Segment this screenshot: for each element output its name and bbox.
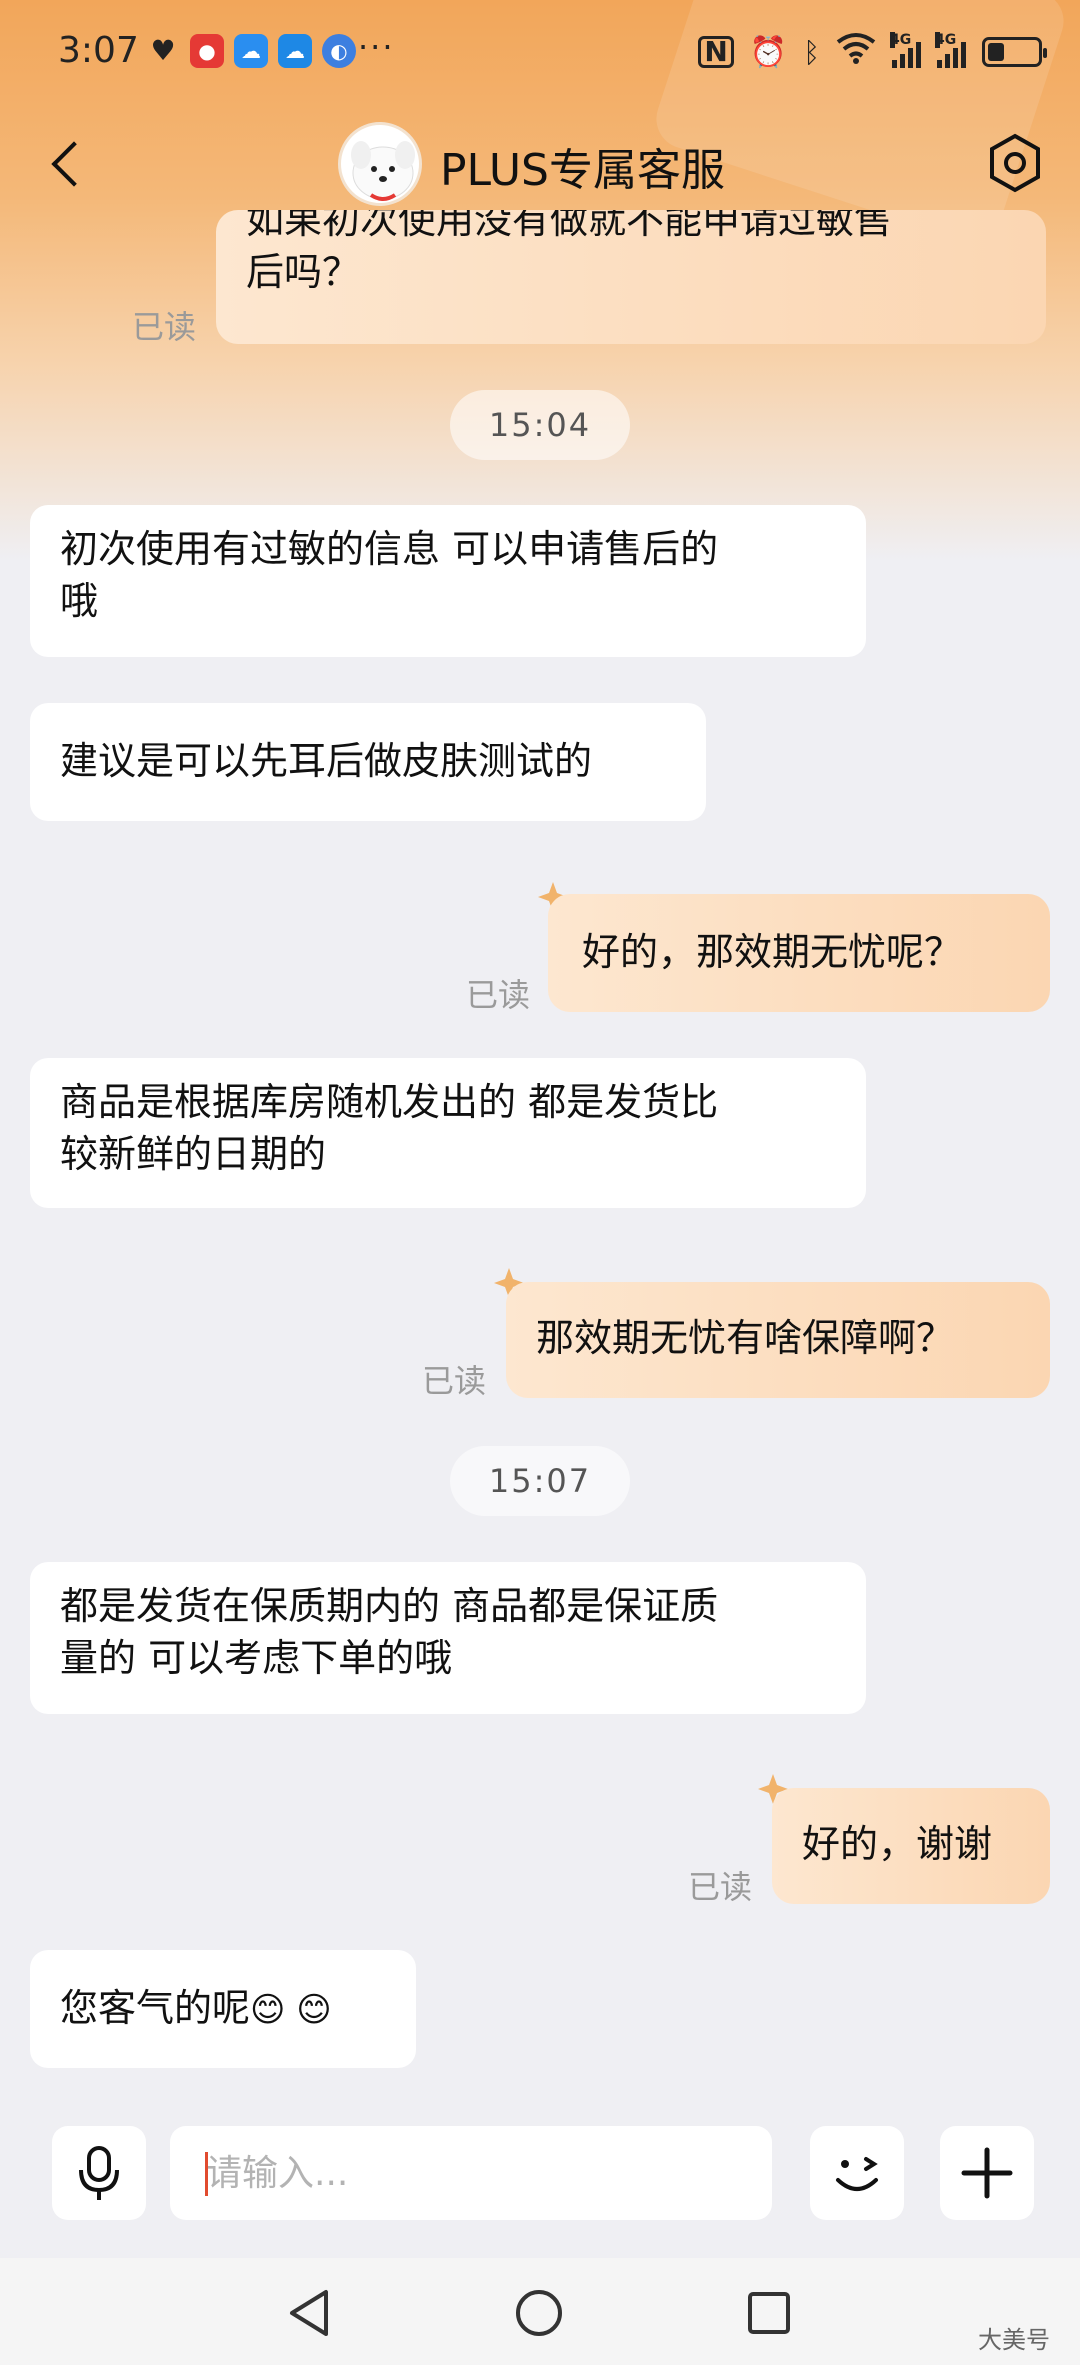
chat-screen: 3:07 ♥ ● ☁ ☁ ◐ ··· N ⏰ ᛒ 4G 4G PLUS专属客服 … — [0, 0, 1080, 2365]
plus-icon[interactable] — [940, 2126, 1034, 2220]
nfc-icon: N — [698, 36, 734, 68]
chat-header: PLUS专属客服 — [0, 110, 1080, 220]
notification-icons: ♥ ● ☁ ☁ ◐ — [146, 34, 356, 68]
weather-app-icon: ☁ — [234, 34, 268, 68]
message-text: 好的，谢谢 — [802, 1822, 993, 1866]
status-bar: 3:07 ♥ ● ☁ ☁ ◐ ··· N ⏰ ᛒ 4G 4G — [0, 0, 1080, 110]
message-text: 您客气的呢 — [60, 1986, 251, 2030]
message-bubble-outgoing[interactable]: 好的，那效期无忧呢？ — [548, 894, 1050, 1012]
bluetooth-icon: ᛒ — [803, 35, 820, 69]
read-status: 已读 — [688, 1868, 753, 1906]
message-text: 好的，那效期无忧呢？ — [582, 930, 963, 974]
message-bubble-outgoing[interactable]: 如果初次使用没有做就不能申请过敏售 后吗？ — [216, 210, 1046, 344]
message-bubble-outgoing[interactable]: 好的，谢谢 — [772, 1788, 1050, 1904]
status-time: 3:07 — [58, 30, 139, 71]
page-title: PLUS专属客服 — [440, 145, 725, 196]
signal-1-icon: 4G — [890, 32, 921, 68]
message-bubble-incoming[interactable]: 商品是根据库房随机发出的 都是发货比 较新鲜的日期的 — [30, 1058, 866, 1208]
back-arrow-icon[interactable] — [44, 132, 90, 202]
timestamp: 15:04 — [450, 390, 630, 460]
watermark: 大美号 — [978, 2326, 1050, 2354]
microphone-icon[interactable] — [52, 2126, 146, 2220]
alarm-icon: ⏰ — [749, 34, 788, 70]
smile-emoji-icon: 😊 😊 — [250, 1990, 332, 2030]
signal-2-icon: 4G — [935, 32, 966, 68]
message-text: 都是发货在保质期内的 商品都是保证质 — [60, 1584, 719, 1628]
message-text: 初次使用有过敏的信息 可以申请售后的 — [60, 527, 719, 571]
message-bubble-incoming[interactable]: 建议是可以先耳后做皮肤测试的 — [30, 703, 706, 821]
system-status-icons: N ⏰ ᛒ 4G 4G — [698, 32, 1047, 72]
message-bubble-incoming[interactable]: 初次使用有过敏的信息 可以申请售后的 哦 — [30, 505, 866, 657]
avatar[interactable] — [338, 122, 422, 206]
battery-icon — [982, 37, 1047, 67]
more-notifications-icon: ··· — [358, 28, 395, 66]
wifi-icon — [836, 32, 876, 72]
cloud-app-icon: ☁ — [278, 34, 312, 68]
square-recent-icon[interactable] — [746, 2290, 792, 2336]
heart-rate-icon: ♥ — [150, 34, 176, 67]
jd-app-icon: ● — [190, 34, 224, 68]
message-text: 如果初次使用没有做就不能申请过敏售 — [246, 210, 893, 242]
message-bubble-incoming[interactable]: 您客气的呢😊 😊 — [30, 1950, 416, 2068]
message-text: 哦 — [60, 579, 99, 623]
read-status: 已读 — [422, 1362, 487, 1400]
read-status: 已读 — [466, 976, 531, 1014]
message-text: 那效期无忧有啥保障啊？ — [536, 1316, 955, 1360]
settings-hexagon-icon[interactable] — [984, 132, 1046, 194]
browser-app-icon: ◐ — [322, 34, 356, 68]
timestamp: 15:07 — [450, 1446, 630, 1516]
message-text: 商品是根据库房随机发出的 都是发货比 — [60, 1080, 719, 1124]
message-input[interactable] — [170, 2126, 772, 2220]
message-text: 量的 可以考虑下单的哦 — [60, 1636, 453, 1680]
message-bubble-incoming[interactable]: 都是发货在保质期内的 商品都是保证质 量的 可以考虑下单的哦 — [30, 1562, 866, 1714]
message-text: 建议是可以先耳后做皮肤测试的 — [60, 739, 593, 783]
text-caret — [205, 2152, 208, 2196]
input-bar — [0, 2100, 1080, 2250]
message-text: 较新鲜的日期的 — [60, 1132, 327, 1176]
emoji-wink-icon[interactable] — [810, 2126, 904, 2220]
message-text: 后吗？ — [246, 250, 361, 294]
circle-home-icon[interactable] — [514, 2288, 564, 2338]
read-status: 已读 — [132, 308, 197, 346]
triangle-back-icon[interactable] — [286, 2288, 332, 2338]
message-bubble-outgoing[interactable]: 那效期无忧有啥保障啊？ — [506, 1282, 1050, 1398]
system-navigation-bar: 大美号 — [0, 2258, 1080, 2365]
